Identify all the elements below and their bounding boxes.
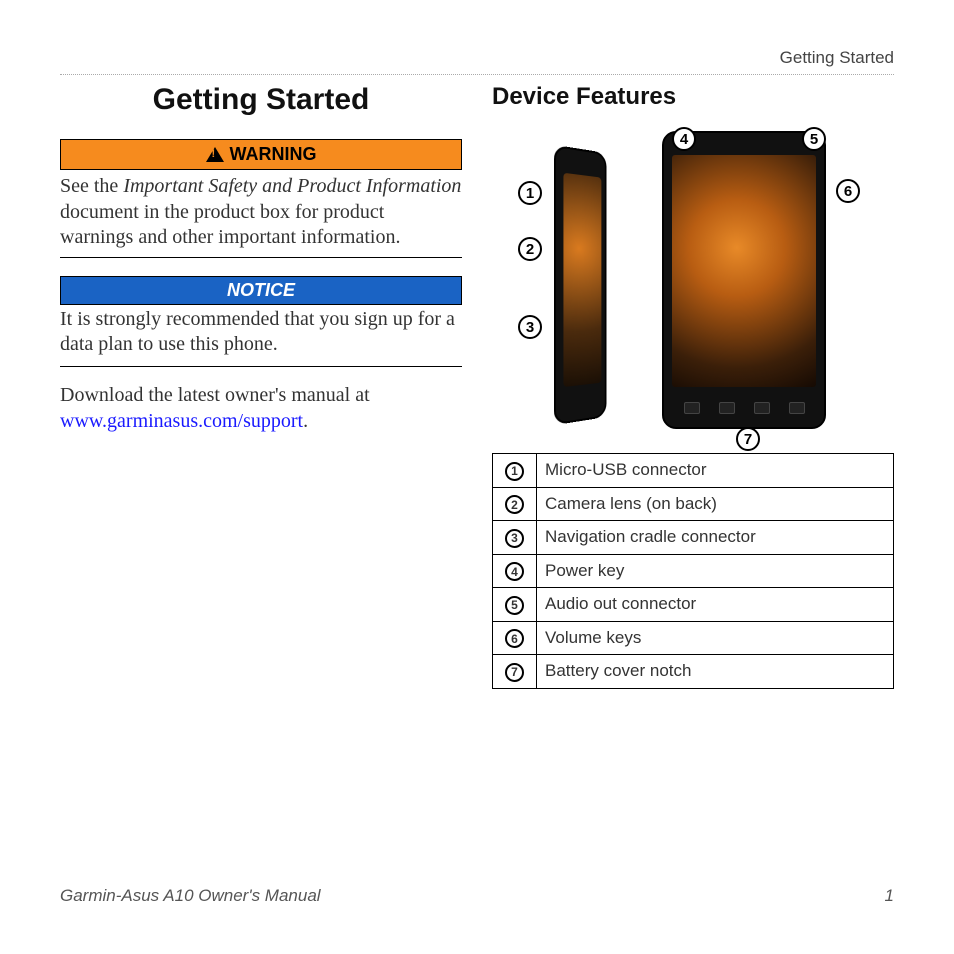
phone-nav-buttons [674, 399, 814, 417]
phone-side-screen [563, 173, 601, 387]
feature-num: 3 [505, 529, 524, 548]
feature-num: 7 [505, 663, 524, 682]
download-pre: Download the latest owner's manual at [60, 384, 370, 406]
callout-4: 4 [672, 127, 696, 151]
manual-title: Garmin-Asus A10 Owner's Manual [60, 886, 321, 906]
feature-num: 1 [505, 462, 524, 481]
page-title: Getting Started [60, 83, 462, 117]
phone-side-view [554, 145, 607, 426]
table-row: 7 Battery cover notch [493, 655, 894, 689]
feature-num: 5 [505, 596, 524, 615]
callout-5: 5 [802, 127, 826, 151]
table-row: 4 Power key [493, 554, 894, 588]
content-columns: Getting Started WARNING See the Importan… [60, 83, 894, 689]
feature-label: Battery cover notch [537, 655, 894, 689]
device-features-title: Device Features [492, 83, 894, 111]
feature-num: 2 [505, 495, 524, 514]
right-column: Device Features 1 2 3 4 5 6 7 [492, 83, 894, 689]
feature-label: Audio out connector [537, 588, 894, 622]
feature-label: Volume keys [537, 621, 894, 655]
warning-text: See the Important Safety and Product Inf… [60, 174, 462, 258]
feature-num: 4 [505, 562, 524, 581]
phone-front-screen [672, 155, 816, 387]
page-number: 1 [885, 886, 894, 906]
left-column: Getting Started WARNING See the Importan… [60, 83, 462, 689]
nav-btn [789, 402, 805, 414]
header-separator [60, 74, 894, 75]
device-diagram: 1 2 3 4 5 6 7 [492, 125, 894, 445]
table-row: 3 Navigation cradle connector [493, 521, 894, 555]
warning-text-em: Important Safety and Product Information [123, 175, 461, 197]
callout-3: 3 [518, 315, 542, 339]
table-row: 1 Micro-USB connector [493, 454, 894, 488]
page-footer: Garmin-Asus A10 Owner's Manual 1 [60, 886, 894, 906]
table-row: 5 Audio out connector [493, 588, 894, 622]
warning-text-post: document in the product box for product … [60, 201, 400, 249]
phone-front-view [662, 131, 826, 429]
notice-banner: NOTICE [60, 276, 462, 305]
callout-1: 1 [518, 181, 542, 205]
running-header: Getting Started [60, 48, 894, 74]
features-table: 1 Micro-USB connector 2 Camera lens (on … [492, 453, 894, 689]
nav-btn [684, 402, 700, 414]
callout-6: 6 [836, 179, 860, 203]
nav-btn [719, 402, 735, 414]
download-text: Download the latest owner's manual at ww… [60, 383, 462, 434]
table-row: 2 Camera lens (on back) [493, 487, 894, 521]
feature-num: 6 [505, 629, 524, 648]
warning-banner: WARNING [60, 139, 462, 170]
download-post: . [303, 410, 308, 432]
warning-label: WARNING [230, 144, 317, 165]
nav-btn [754, 402, 770, 414]
support-link[interactable]: www.garminasus.com/support [60, 410, 303, 432]
table-row: 6 Volume keys [493, 621, 894, 655]
callout-2: 2 [518, 237, 542, 261]
notice-text: It is strongly recommended that you sign… [60, 307, 462, 367]
feature-label: Navigation cradle connector [537, 521, 894, 555]
warning-text-pre: See the [60, 175, 123, 197]
feature-label: Micro-USB connector [537, 454, 894, 488]
feature-label: Power key [537, 554, 894, 588]
callout-7: 7 [736, 427, 760, 451]
feature-label: Camera lens (on back) [537, 487, 894, 521]
warning-triangle-icon [206, 147, 224, 162]
